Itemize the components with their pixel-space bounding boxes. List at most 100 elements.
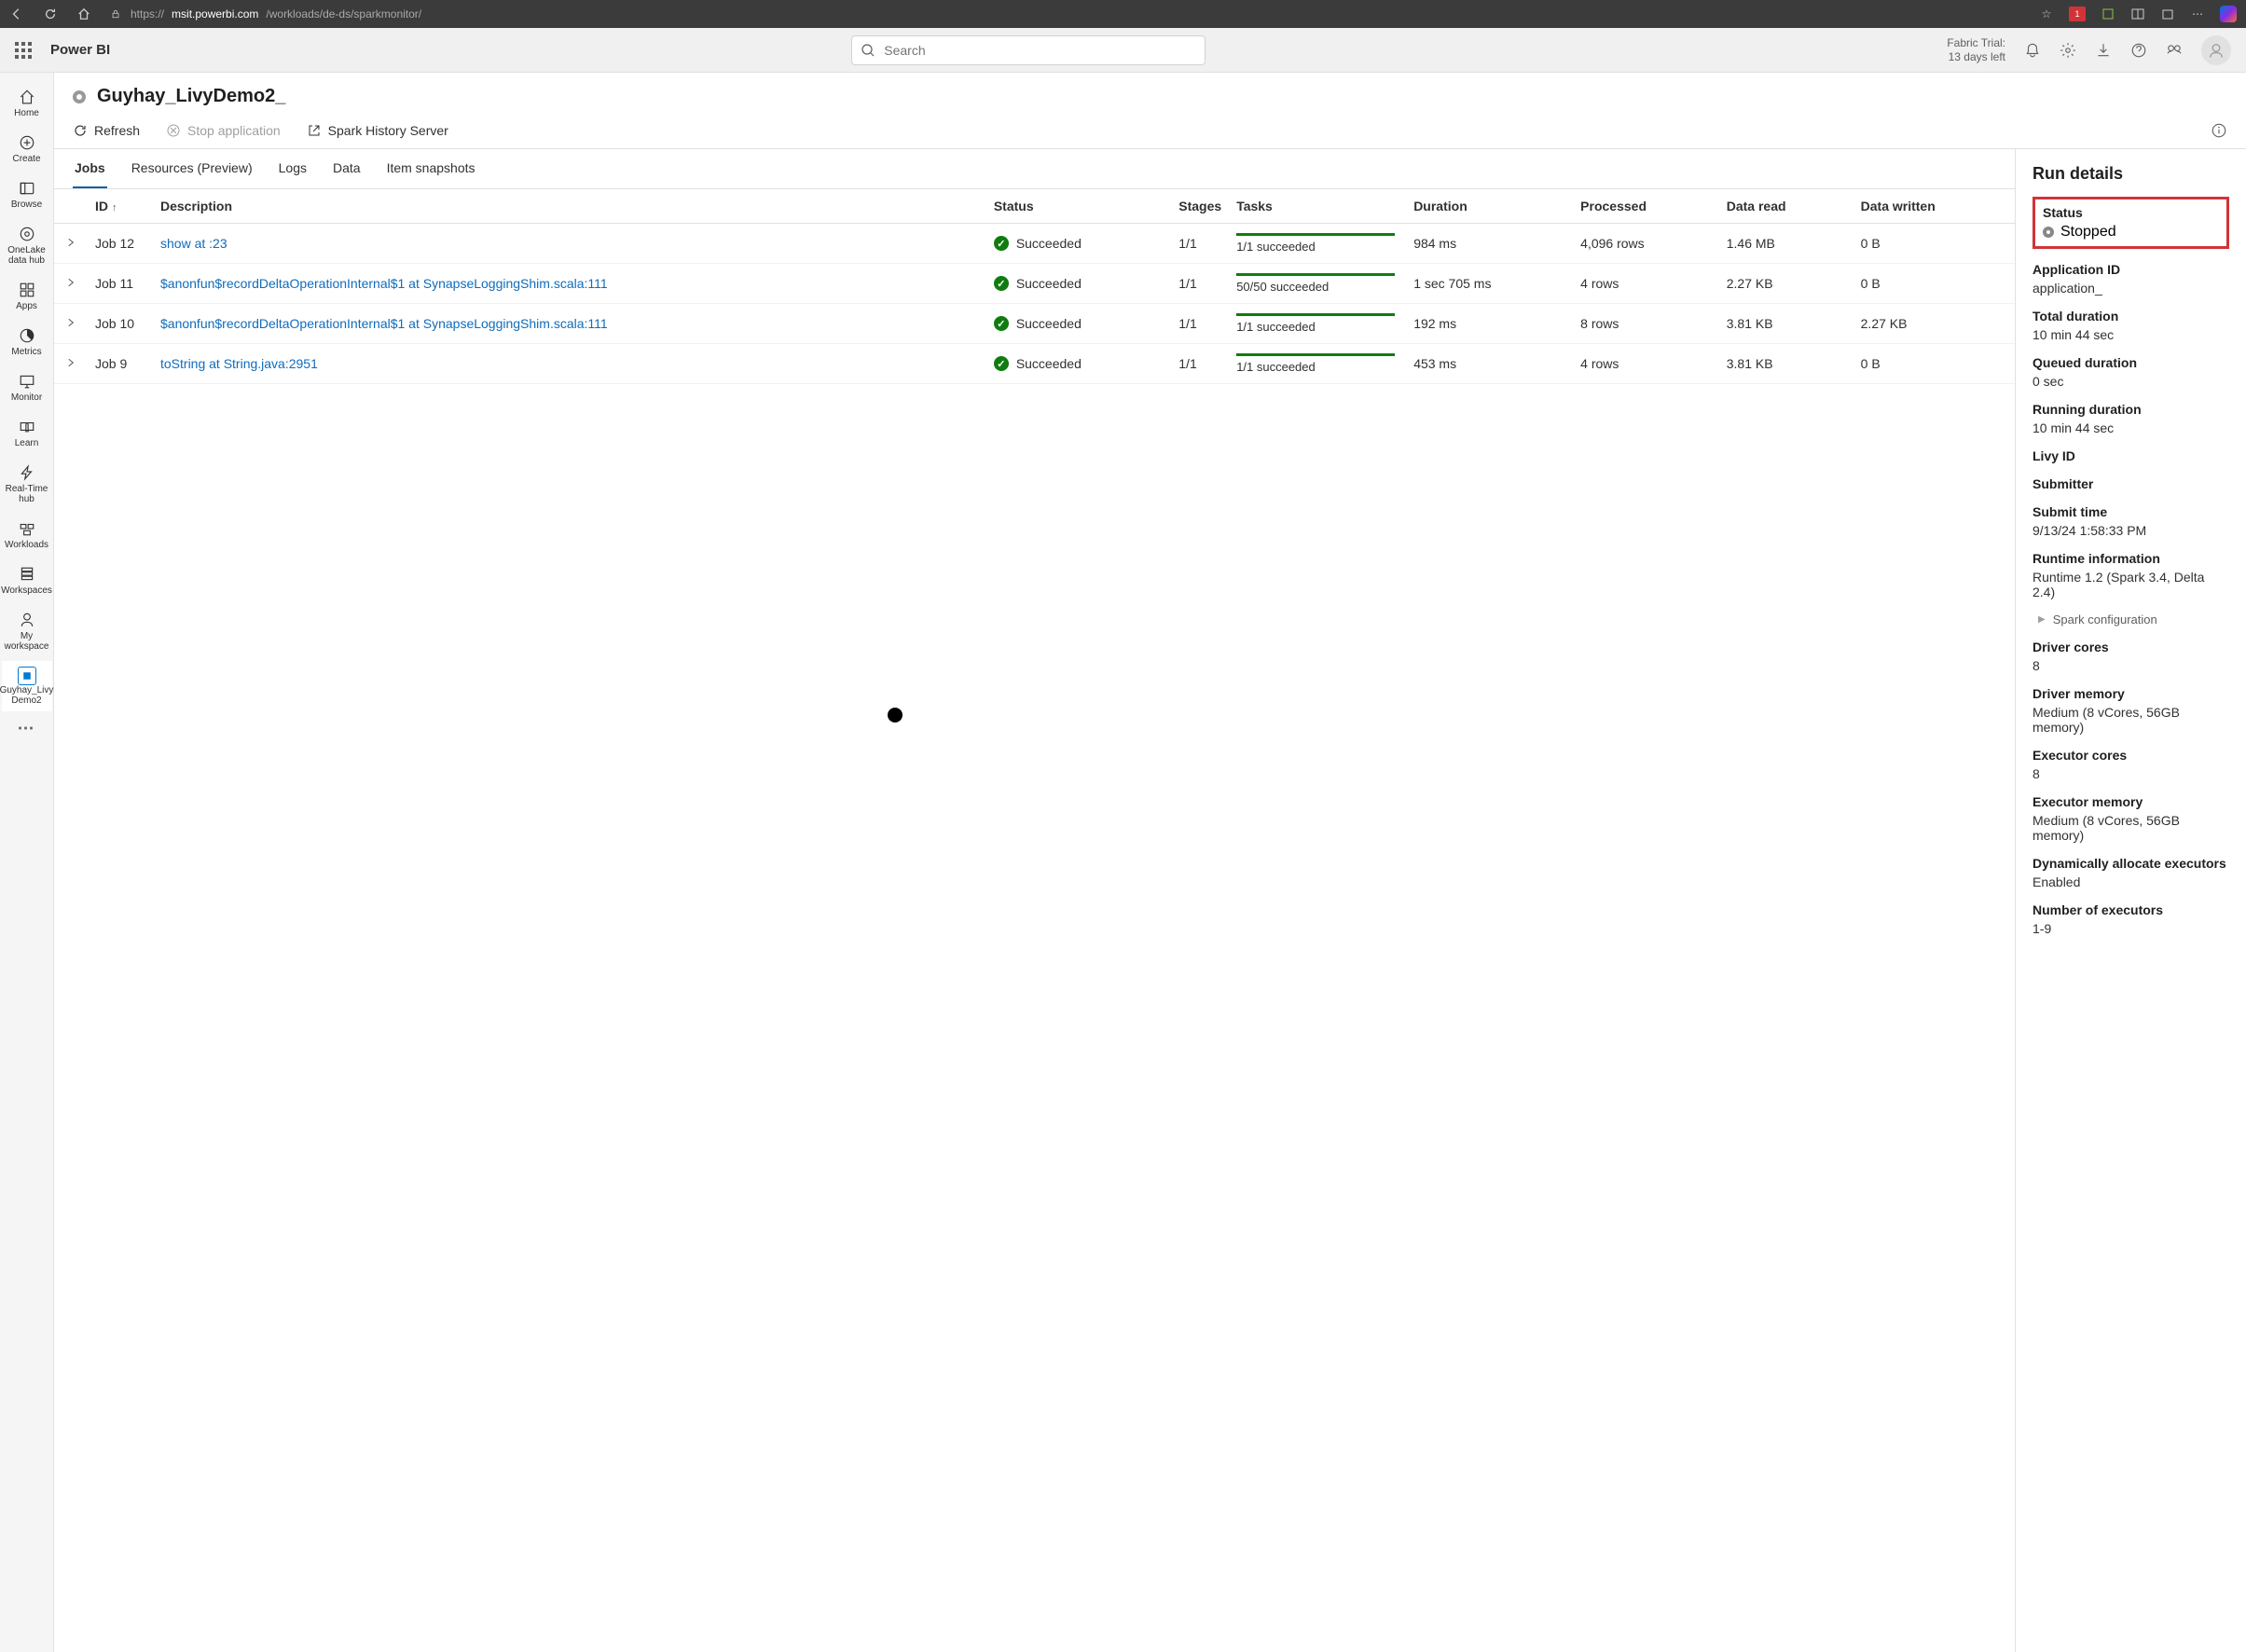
job-description-link[interactable]: show at :23	[160, 236, 227, 251]
col-dataread[interactable]: Data read	[1719, 189, 1853, 224]
tab-logs[interactable]: Logs	[277, 149, 309, 188]
tab-data[interactable]: Data	[331, 149, 363, 188]
info-icon[interactable]	[2211, 122, 2227, 139]
task-progress-bar	[1236, 273, 1395, 276]
refresh-button[interactable]: Refresh	[73, 123, 140, 138]
spark-config-toggle[interactable]: ▶Spark configuration	[2038, 613, 2229, 626]
copilot-icon[interactable]	[2220, 6, 2237, 22]
app-launcher-icon[interactable]	[15, 42, 32, 59]
col-datawritten[interactable]: Data written	[1853, 189, 2015, 224]
col-processed[interactable]: Processed	[1573, 189, 1719, 224]
job-dataread: 2.27 KB	[1719, 264, 1853, 304]
split-icon[interactable]	[2130, 7, 2145, 21]
col-status[interactable]: Status	[986, 189, 1171, 224]
home-nav-icon	[18, 88, 36, 106]
status-label: Status	[2043, 205, 2219, 220]
nav-workspaces[interactable]: Workspaces	[2, 559, 52, 601]
stop-label: Stop application	[187, 123, 281, 138]
expand-row-icon[interactable]	[65, 357, 76, 368]
expand-row-icon[interactable]	[65, 277, 76, 288]
nav-metrics[interactable]: Metrics	[2, 321, 52, 363]
download-icon[interactable]	[2095, 42, 2112, 59]
job-id: Job 11	[88, 264, 153, 304]
nav-create[interactable]: Create	[2, 128, 52, 170]
col-stages[interactable]: Stages	[1171, 189, 1229, 224]
success-icon: ✓	[994, 236, 1009, 251]
help-icon[interactable]	[2130, 42, 2147, 59]
chevron-right-icon: ▶	[2038, 614, 2046, 625]
nav-learn[interactable]: Learn	[2, 412, 52, 454]
back-icon[interactable]	[9, 7, 24, 21]
job-description-link[interactable]: toString at String.java:2951	[160, 356, 318, 371]
running-value: 10 min 44 sec	[2032, 420, 2229, 435]
job-tasks: 50/50 succeeded	[1236, 273, 1399, 294]
job-description-link[interactable]: $anonfun$recordDeltaOperationInternal$1 …	[160, 276, 608, 291]
col-duration[interactable]: Duration	[1406, 189, 1573, 224]
refresh-icon[interactable]	[43, 7, 58, 21]
address-bar[interactable]: https://msit.powerbi.com/workloads/de-ds…	[108, 7, 2022, 21]
create-icon	[18, 133, 36, 152]
tab-resources[interactable]: Resources (Preview)	[130, 149, 255, 188]
expand-row-icon[interactable]	[65, 317, 76, 328]
collections-icon[interactable]	[2160, 7, 2175, 21]
nav-workloads[interactable]: Workloads	[2, 514, 52, 556]
feedback-icon[interactable]	[2166, 42, 2183, 59]
appid-value: application_	[2032, 281, 2229, 296]
task-progress-bar	[1236, 353, 1395, 356]
job-stages: 1/1	[1171, 264, 1229, 304]
dmem-value: Medium (8 vCores, 56GB memory)	[2032, 705, 2229, 735]
nav-apps[interactable]: Apps	[2, 275, 52, 317]
apps-icon	[18, 281, 36, 299]
job-processed: 4 rows	[1573, 344, 1719, 384]
nexec-value: 1-9	[2032, 921, 2229, 936]
main-area: Guyhay_LivyDemo2_ Refresh Stop applicati…	[54, 73, 2246, 1652]
expand-row-icon[interactable]	[65, 237, 76, 248]
history-label: Spark History Server	[328, 123, 448, 138]
left-nav: Home Create Browse OneLake data hub Apps…	[0, 73, 54, 1652]
col-id[interactable]: ID↑	[88, 189, 153, 224]
home-icon[interactable]	[76, 7, 91, 21]
nav-home[interactable]: Home	[2, 82, 52, 124]
settings-icon[interactable]	[2060, 42, 2076, 59]
spark-history-button[interactable]: Spark History Server	[307, 123, 448, 138]
job-stages: 1/1	[1171, 344, 1229, 384]
browser-chrome: https://msit.powerbi.com/workloads/de-ds…	[0, 0, 2246, 28]
livy-label: Livy ID	[2032, 448, 2229, 463]
nav-current-workspace[interactable]: Guyhay_Livy Demo2	[2, 661, 52, 711]
extension1-icon[interactable]: 1	[2069, 7, 2086, 21]
job-description-link[interactable]: $anonfun$recordDeltaOperationInternal$1 …	[160, 316, 608, 331]
nav-monitor[interactable]: Monitor	[2, 366, 52, 408]
nav-myworkspace[interactable]: My workspace	[2, 605, 52, 657]
nav-more[interactable]: ⋯	[18, 719, 36, 738]
favorite-icon[interactable]: ☆	[2039, 7, 2054, 21]
notifications-icon[interactable]	[2024, 42, 2041, 59]
emem-label: Executor memory	[2032, 794, 2229, 809]
status-highlight-box: Status Stopped	[2032, 197, 2229, 249]
sort-arrow-icon: ↑	[112, 202, 117, 213]
user-avatar[interactable]	[2201, 35, 2231, 65]
job-status: ✓Succeeded	[994, 316, 1164, 331]
nexec-label: Number of executors	[2032, 902, 2229, 917]
more-icon[interactable]: ⋯	[2190, 7, 2205, 21]
job-datawritten: 0 B	[1853, 264, 2015, 304]
dyn-label: Dynamically allocate executors	[2032, 856, 2229, 871]
submit-value: 9/13/24 1:58:33 PM	[2032, 523, 2229, 538]
job-duration: 192 ms	[1406, 304, 1573, 344]
search-box[interactable]	[851, 35, 1206, 65]
tab-snapshots[interactable]: Item snapshots	[385, 149, 477, 188]
lock-icon	[108, 7, 123, 21]
nav-realtime[interactable]: Real-Time hub	[2, 458, 52, 510]
browse-icon	[18, 179, 36, 198]
realtime-icon	[18, 463, 36, 482]
tab-jobs[interactable]: Jobs	[73, 149, 107, 188]
job-dataread: 3.81 KB	[1719, 344, 1853, 384]
col-desc[interactable]: Description	[153, 189, 986, 224]
search-input[interactable]	[851, 35, 1206, 65]
url-domain: msit.powerbi.com	[172, 7, 258, 21]
job-datawritten: 0 B	[1853, 224, 2015, 264]
nav-browse[interactable]: Browse	[2, 173, 52, 215]
extension2-icon[interactable]	[2101, 7, 2115, 21]
nav-onelake[interactable]: OneLake data hub	[2, 219, 52, 271]
job-status: ✓Succeeded	[994, 356, 1164, 371]
col-tasks[interactable]: Tasks	[1229, 189, 1406, 224]
